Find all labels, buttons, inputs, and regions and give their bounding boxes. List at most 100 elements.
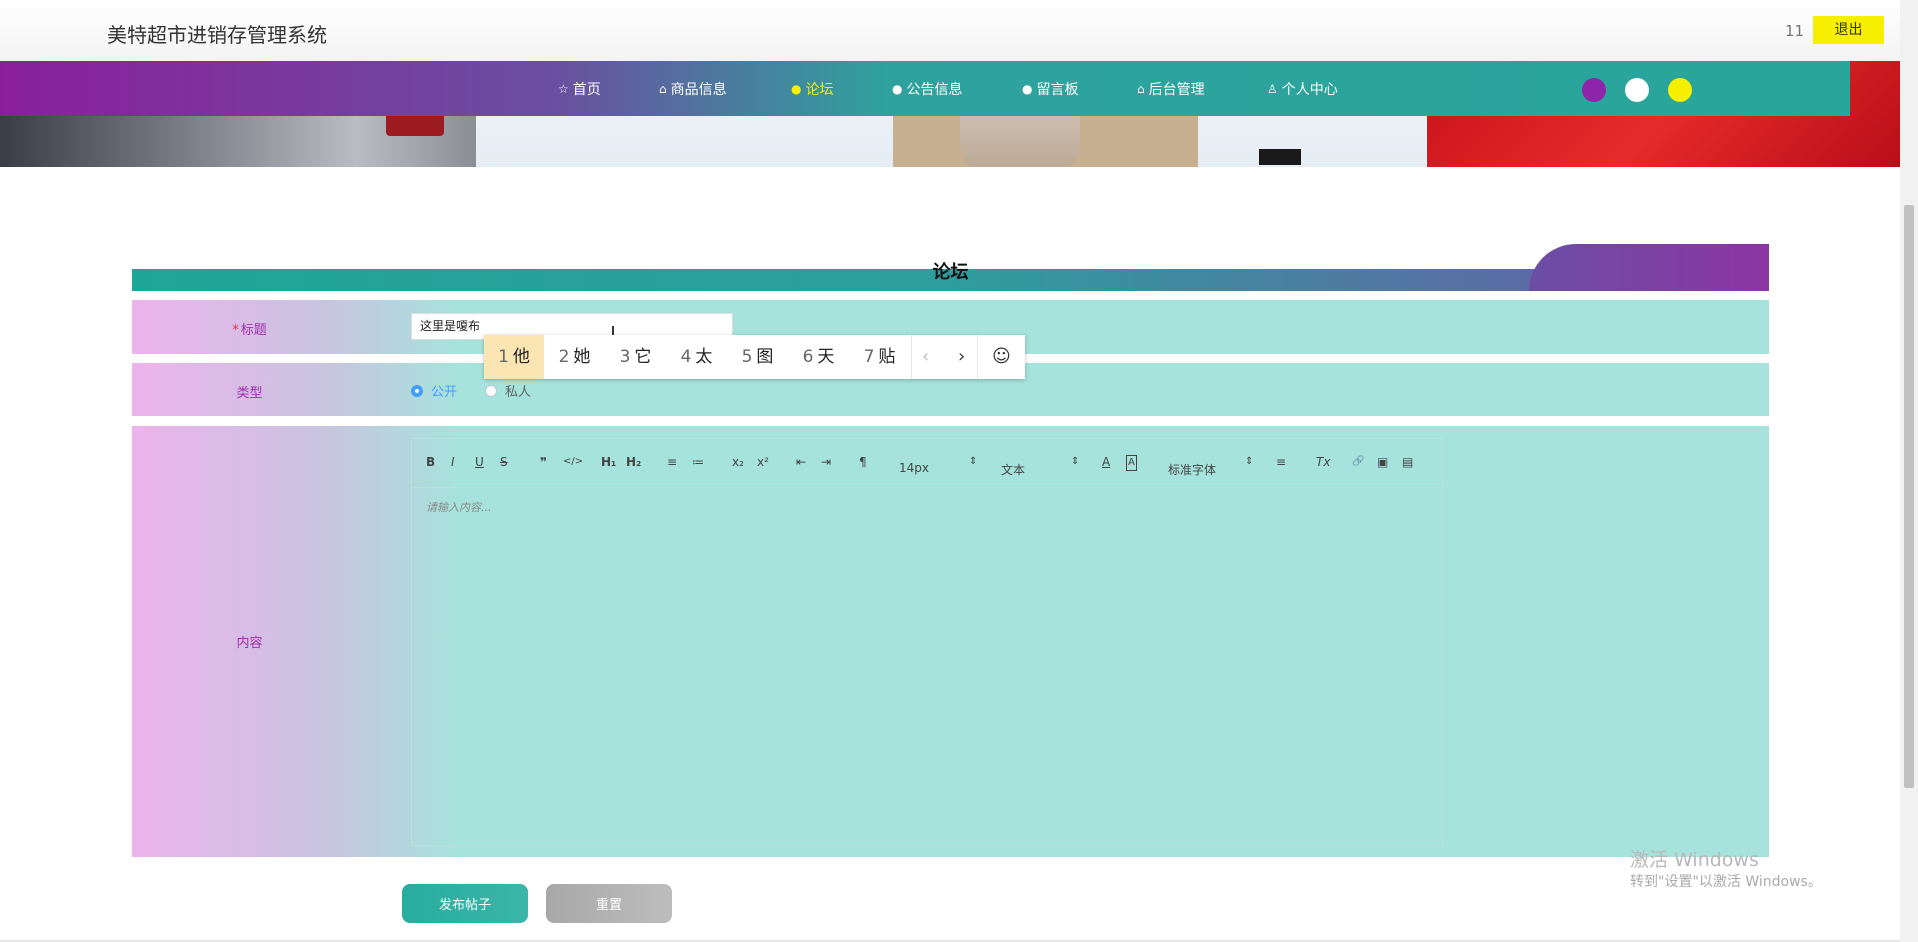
font-size-select[interactable]: 14px: [899, 461, 929, 475]
editor-toolbar: B I U S ❞ </> H₁ H₂ ≡ ≔ x₂ x² ⇤ ⇥ ¶ 14px…: [412, 439, 1442, 488]
ime-candidate[interactable]: 7贴: [849, 335, 910, 379]
bullet-list-icon[interactable]: ≔: [692, 455, 704, 469]
font-family-chevron-icon: ⇕: [1245, 456, 1254, 467]
bag-icon: ⌂: [659, 81, 667, 96]
user-icon: ♙: [1267, 81, 1278, 96]
ime-candidate-number: 3: [619, 347, 631, 367]
font-size-chevron-icon: ⇕: [969, 456, 978, 467]
main-nav: ☆ 首页 ⌂ 商品信息 ● 论坛 ● 公告信息 ● 留言板 ⌂ 后台管理 ♙ 个…: [0, 61, 1850, 116]
question-icon: ●: [892, 81, 903, 96]
ime-candidate[interactable]: 3它: [605, 335, 666, 379]
ime-separator: [911, 335, 912, 379]
quote-icon[interactable]: ❞: [540, 455, 547, 469]
text-color-icon[interactable]: A: [1102, 455, 1110, 469]
rich-text-editor: B I U S ❞ </> H₁ H₂ ≡ ≔ x₂ x² ⇤ ⇥ ¶ 14px…: [411, 438, 1443, 846]
nav-item-messages[interactable]: ● 留言板: [1022, 61, 1137, 116]
submit-post-button[interactable]: 发布帖子: [402, 884, 528, 923]
ime-candidate[interactable]: 1他: [484, 335, 544, 379]
nav-item-label: 商品信息: [670, 81, 727, 98]
ime-candidate[interactable]: 4太: [666, 335, 727, 379]
bold-icon[interactable]: B: [426, 455, 435, 469]
ime-candidate-text: 太: [695, 347, 713, 367]
nav-item-admin[interactable]: ⌂ 后台管理: [1137, 61, 1267, 116]
star-icon: ☆: [558, 81, 569, 96]
heading2-icon[interactable]: H₂: [626, 455, 641, 469]
nav-item-profile[interactable]: ♙ 个人中心: [1267, 61, 1387, 116]
theme-dot-white[interactable]: [1625, 78, 1649, 102]
code-icon[interactable]: </>: [563, 455, 583, 469]
ime-separator: [977, 335, 978, 379]
underline-icon[interactable]: U: [475, 455, 484, 469]
ime-prev-icon[interactable]: ‹: [922, 335, 929, 379]
banner-sign-image: [1259, 149, 1301, 165]
reset-button[interactable]: 重置: [546, 884, 672, 923]
activation-watermark-title: 激活 Windows: [1630, 849, 1759, 871]
video-icon[interactable]: ▤: [1402, 455, 1413, 469]
image-icon[interactable]: ▣: [1377, 455, 1388, 469]
ime-candidate-text: 他: [512, 347, 530, 367]
superscript-icon[interactable]: x²: [757, 455, 769, 469]
ime-candidate[interactable]: 5图: [727, 335, 788, 379]
theme-dot-yellow[interactable]: [1668, 78, 1692, 102]
title-label-wrap: * 标题: [132, 319, 367, 338]
outdent-icon[interactable]: ⇤: [796, 455, 806, 469]
nav-item-label: 个人中心: [1281, 81, 1338, 98]
ime-candidate[interactable]: 2她: [544, 335, 605, 379]
ime-candidate-text: 它: [634, 347, 652, 367]
logout-button[interactable]: 退出: [1813, 16, 1884, 44]
ime-candidate-text: 她: [573, 347, 591, 367]
ime-candidate-text: 天: [817, 347, 835, 367]
emoji-icon[interactable]: ☺: [992, 335, 1011, 379]
editor-placeholder[interactable]: 请输入内容...: [426, 499, 492, 515]
ime-next-icon[interactable]: ›: [958, 335, 965, 379]
nav-item-label: 留言板: [1036, 81, 1079, 98]
info-icon: ●: [1022, 81, 1033, 96]
heading1-icon[interactable]: H₁: [601, 455, 616, 469]
link-icon[interactable]: 🔗: [1352, 455, 1364, 469]
nav-item-label: 论坛: [805, 81, 834, 98]
radio-label: 公开: [431, 385, 458, 400]
current-user-name: 11: [1785, 22, 1805, 40]
indent-icon[interactable]: ⇥: [821, 455, 831, 469]
type-radio-public[interactable]: 公开: [411, 381, 457, 400]
header-type-chevron-icon: ⇕: [1071, 456, 1080, 467]
activation-watermark-hint: 转到"设置"以激活 Windows。: [1630, 874, 1822, 890]
nav-item-products[interactable]: ⌂ 商品信息: [659, 61, 791, 116]
content-label: 内容: [236, 636, 263, 651]
briefcase-icon: ⌂: [1137, 81, 1145, 96]
nav-item-forum[interactable]: ● 论坛: [791, 61, 892, 116]
ime-candidate-number: 1: [498, 347, 509, 367]
ime-candidate-popup: 1他 2她 3它 4太 5图 6天 7贴 ‹ › ☺: [484, 335, 1025, 379]
header-type-select[interactable]: 文本: [1001, 461, 1025, 478]
page-title: 论坛: [932, 262, 969, 283]
nav-item-label: 公告信息: [906, 81, 963, 98]
ime-candidate-number: 6: [802, 347, 814, 367]
align-icon[interactable]: ≡: [1276, 455, 1286, 469]
theme-dot-purple[interactable]: [1582, 78, 1606, 102]
italic-icon[interactable]: I: [451, 455, 455, 469]
required-mark: *: [232, 323, 239, 338]
background-color-icon[interactable]: A: [1126, 455, 1137, 471]
app-title: 美特超市进销存管理系统: [107, 23, 327, 47]
font-family-select[interactable]: 标准字体: [1168, 461, 1216, 478]
top-header: 美特超市进销存管理系统 11 退出: [0, 0, 1900, 62]
subscript-icon[interactable]: x₂: [732, 455, 744, 469]
ime-candidate[interactable]: 6天: [788, 335, 849, 379]
ime-candidate-number: 5: [741, 347, 753, 367]
strike-icon[interactable]: S: [500, 455, 508, 469]
ordered-list-icon[interactable]: ≡: [667, 455, 677, 469]
radio-checked-icon: [411, 384, 423, 397]
nav-item-label: 后台管理: [1148, 81, 1205, 98]
scrollbar-thumb[interactable]: [1904, 205, 1914, 788]
ime-candidate-text: 贴: [878, 347, 896, 367]
nav-item-announcements[interactable]: ● 公告信息: [892, 61, 1022, 116]
ime-candidate-number: 4: [680, 347, 692, 367]
type-radio-private[interactable]: 私人: [485, 381, 531, 400]
nav-item-home[interactable]: ☆ 首页: [558, 61, 659, 116]
text-direction-icon[interactable]: ¶: [859, 455, 867, 469]
clear-format-icon[interactable]: Tx: [1316, 455, 1330, 469]
ime-candidate-text: 图: [756, 347, 774, 367]
page-scrollbar[interactable]: [1900, 0, 1918, 942]
info-icon: ●: [791, 81, 802, 96]
radio-unchecked-icon: [485, 384, 497, 397]
